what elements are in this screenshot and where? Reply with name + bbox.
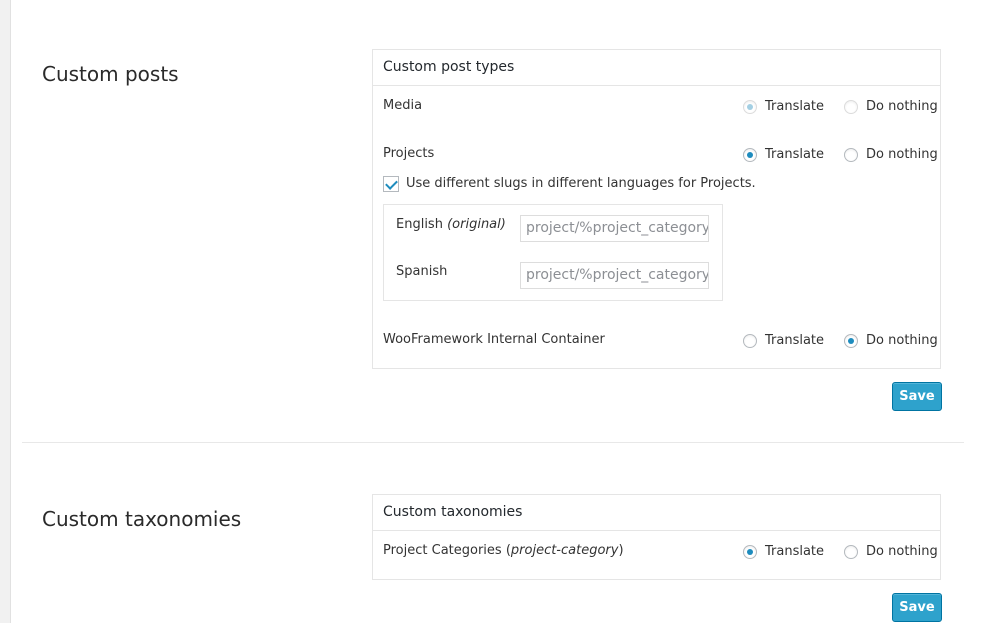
custom-posts-heading: Custom posts bbox=[42, 62, 179, 86]
slug-lang-spanish: Spanish bbox=[396, 264, 448, 279]
wooframework-translate-label: Translate bbox=[765, 333, 825, 348]
projects-radio-group: Translate Do nothing bbox=[743, 147, 938, 162]
slug-lang-original-note: (original) bbox=[447, 217, 506, 232]
projects-do-nothing-radio[interactable] bbox=[844, 147, 859, 162]
slug-input-spanish[interactable]: project/%project_category% bbox=[520, 262, 709, 289]
projects-do-nothing-label: Do nothing bbox=[866, 147, 938, 162]
post-type-label-projects: Projects bbox=[383, 146, 435, 161]
post-type-label-media: Media bbox=[383, 98, 423, 113]
taxonomy-name: Project Categories bbox=[383, 543, 502, 558]
media-radio-group: Translate Do nothing bbox=[743, 99, 938, 114]
wooframework-translate-radio[interactable] bbox=[743, 333, 757, 348]
slug-input-english[interactable]: project/%project_category% bbox=[520, 215, 709, 242]
wooframework-radio-group: Translate Do nothing bbox=[743, 333, 938, 348]
projects-translate-radio[interactable] bbox=[743, 147, 757, 162]
slug-translations-box: English (original) project/%project_cate… bbox=[383, 204, 723, 301]
media-do-nothing-label: Do nothing bbox=[866, 99, 938, 114]
wooframework-do-nothing-label: Do nothing bbox=[866, 333, 938, 348]
slug-lang-english: English (original) bbox=[396, 217, 506, 232]
admin-sidebar-edge bbox=[0, 0, 11, 623]
taxonomy-slug: project-category bbox=[510, 543, 619, 558]
project-categories-translate-radio[interactable] bbox=[743, 544, 757, 559]
project-categories-do-nothing-radio[interactable] bbox=[844, 544, 859, 559]
custom-taxonomies-header: Custom taxonomies bbox=[373, 495, 940, 531]
custom-post-types-box: Custom post types Media Translate Do not… bbox=[372, 49, 941, 369]
custom-taxonomies-heading: Custom taxonomies bbox=[42, 507, 242, 531]
save-custom-taxonomies-button[interactable]: Save bbox=[892, 593, 942, 622]
project-categories-translate-label: Translate bbox=[765, 544, 825, 559]
media-translate-label: Translate bbox=[765, 99, 825, 114]
media-translate-radio[interactable] bbox=[743, 99, 757, 114]
projects-translate-label: Translate bbox=[765, 147, 825, 162]
wooframework-do-nothing-radio[interactable] bbox=[844, 333, 859, 348]
different-slugs-checkbox[interactable] bbox=[383, 176, 399, 192]
project-categories-radio-group: Translate Do nothing bbox=[743, 544, 938, 559]
section-divider bbox=[22, 442, 964, 443]
post-type-label-wooframework: WooFramework Internal Container bbox=[383, 332, 605, 347]
taxonomy-label-project-categories: Project Categories (project-category) bbox=[383, 543, 624, 558]
save-custom-posts-button[interactable]: Save bbox=[892, 382, 942, 411]
project-categories-do-nothing-label: Do nothing bbox=[866, 544, 938, 559]
custom-post-types-header: Custom post types bbox=[373, 50, 940, 86]
custom-taxonomies-box: Custom taxonomies Project Categories (pr… bbox=[372, 494, 941, 580]
different-slugs-label: Use different slugs in different languag… bbox=[406, 176, 756, 191]
slug-lang-english-name: English bbox=[396, 217, 443, 232]
media-do-nothing-radio[interactable] bbox=[844, 99, 859, 114]
